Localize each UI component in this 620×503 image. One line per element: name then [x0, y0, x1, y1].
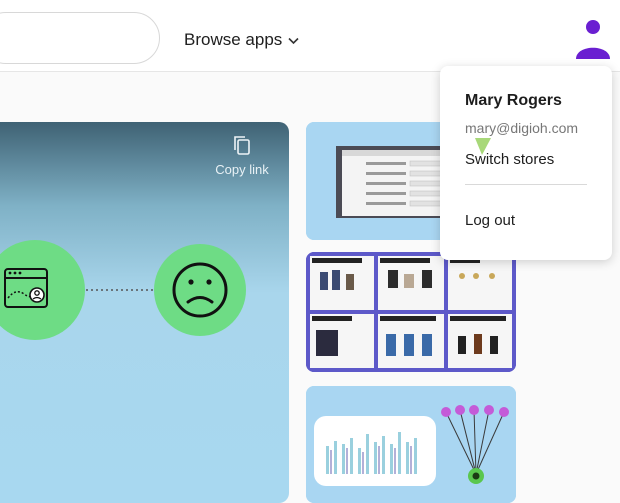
account-menu: Mary Rogers mary@digioh.com Switch store… — [440, 66, 612, 260]
analytics-preview-image — [306, 386, 516, 503]
browse-apps-label: Browse apps — [184, 30, 283, 49]
user-avatar-icon[interactable] — [574, 18, 612, 60]
account-name: Mary Rogers — [465, 92, 562, 109]
hero-card[interactable]: Copy link — [0, 122, 289, 503]
menu-divider — [465, 184, 587, 185]
chevron-down-icon — [288, 33, 299, 48]
mouse-pointer-icon — [474, 137, 492, 157]
product-grid-preview-image — [306, 252, 516, 372]
copy-link-label: Copy link — [215, 162, 269, 177]
top-bar: Browse apps — [0, 0, 620, 72]
copy-link-button[interactable]: Copy link — [207, 134, 277, 177]
app-page: Browse apps Copy link Mary Rogers mary@d… — [0, 0, 620, 503]
log-out-item[interactable]: Log out — [465, 212, 515, 229]
app-thumbnail-chart[interactable] — [306, 386, 516, 503]
copy-icon — [231, 134, 253, 156]
search-box[interactable] — [0, 12, 160, 64]
hero-illustration — [0, 240, 246, 340]
account-email: mary@digioh.com — [465, 120, 579, 136]
browse-apps-button[interactable]: Browse apps — [184, 30, 299, 50]
app-thumbnail-grid[interactable] — [306, 252, 516, 372]
